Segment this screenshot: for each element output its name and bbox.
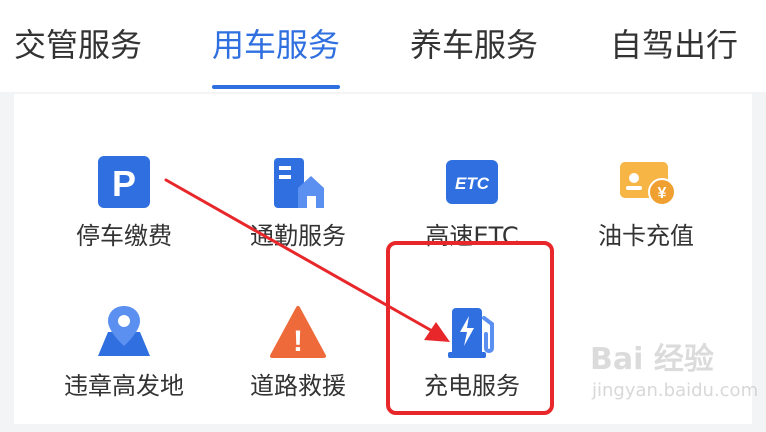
arrow-head-icon [424,322,450,342]
watermark-url: jingyan.baidu.com [592,380,759,401]
watermark-logo: Bai 经验 [590,342,714,377]
baidu-watermark: Bai 经验 jingyan.baidu.com [584,330,764,416]
